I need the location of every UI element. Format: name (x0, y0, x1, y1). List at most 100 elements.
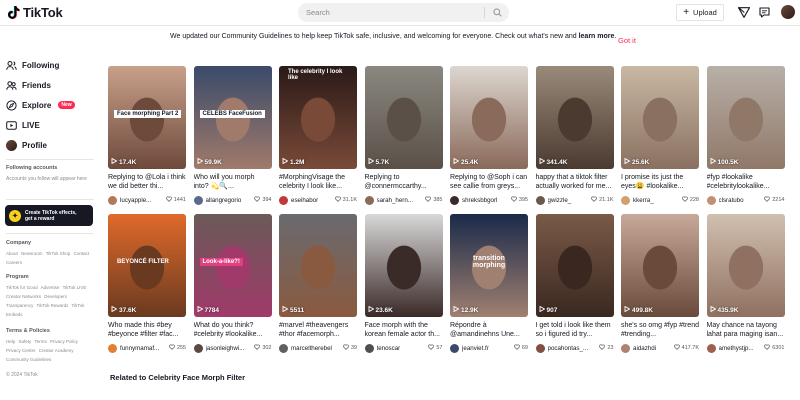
creator-username[interactable]: jasonleighwi... (206, 345, 255, 352)
upload-button[interactable]: + Upload (676, 4, 724, 21)
creator-username[interactable]: shreksbbgorl (462, 197, 511, 204)
creator-username[interactable]: tenoscar (377, 345, 429, 352)
creator-avatar[interactable] (193, 195, 203, 205)
video-thumbnail[interactable]: CELEBS FaceFusion 59.9K (193, 66, 272, 169)
video-card[interactable]: Face morphing Part 2 17.4K Replying to @Lo… (108, 66, 186, 214)
video-card[interactable]: CELEBS FaceFusion 59.9K Who will you morph… (193, 66, 272, 214)
got-it-button[interactable]: Got it (618, 36, 636, 45)
creator-avatar[interactable] (108, 343, 117, 353)
creator-avatar[interactable] (364, 343, 374, 353)
footer-link[interactable]: TikTok for Good (6, 285, 38, 290)
footer-link[interactable]: Safety (19, 339, 32, 344)
video-thumbnail[interactable]: 23.6K (364, 214, 443, 317)
footer-link[interactable]: Community Guidelines (6, 357, 51, 362)
creator-avatar[interactable] (108, 195, 117, 205)
video-thumbnail[interactable]: The celebrity I look like 1.2M (279, 66, 357, 169)
footer-link[interactable]: Transparency (6, 303, 33, 308)
creator-username[interactable]: eseihabor (291, 197, 335, 204)
creator-avatar[interactable] (535, 195, 545, 205)
user-avatar[interactable] (781, 5, 795, 19)
footer-link[interactable]: About (6, 251, 18, 256)
search-button[interactable] (485, 3, 509, 22)
video-caption[interactable]: I promise its just the eyes😩 #lookalike.… (621, 173, 699, 191)
video-caption[interactable]: May chance na tayong lahat para maging i… (707, 321, 785, 339)
creator-avatar[interactable] (193, 343, 203, 353)
send-icon[interactable] (737, 6, 750, 19)
video-caption[interactable]: Replying to @Soph i can see callie from … (450, 173, 528, 191)
video-thumbnail[interactable]: 907 (535, 214, 614, 317)
creator-username[interactable]: gwizzle_ (548, 197, 592, 204)
video-thumbnail[interactable]: 100.5K (706, 66, 785, 169)
sidebar-item-friends[interactable]: Friends (6, 78, 51, 92)
creator-avatar[interactable] (364, 195, 374, 205)
sidebar-item-explore[interactable]: Explore New (6, 98, 75, 112)
creator-avatar[interactable] (279, 343, 288, 353)
video-caption[interactable]: #MorphingVisage the celebrity I look lik… (279, 173, 357, 191)
video-card[interactable]: 5511 #marvel #theavengers #thor #facemorp… (279, 214, 357, 362)
video-caption[interactable]: happy that a tiktok filter actually work… (536, 173, 614, 191)
footer-link[interactable]: Contact (74, 251, 90, 256)
creator-avatar[interactable] (621, 195, 630, 205)
video-card[interactable]: transition morphing 12.9K Répondre à @aman… (450, 214, 528, 362)
footer-link[interactable]: Creator Academy (39, 348, 74, 353)
creator-username[interactable]: marceltherebel (291, 345, 343, 352)
sidebar-item-live[interactable]: LIVE (6, 118, 40, 132)
video-caption[interactable]: I get told i look like them so i figured… (536, 321, 614, 339)
footer-link[interactable]: Help (6, 339, 15, 344)
creator-username[interactable]: funnymamaf... (120, 345, 169, 352)
creator-avatar[interactable] (279, 195, 288, 205)
video-thumbnail[interactable]: 499.8K (621, 214, 699, 317)
video-thumbnail[interactable]: 341.4K (535, 66, 614, 169)
video-card[interactable]: Look-a-like?! 7784 What do you think? #cel… (193, 214, 272, 362)
footer-link[interactable]: Careers (6, 260, 22, 265)
footer-link[interactable]: TikTok Rewards (37, 303, 69, 308)
video-thumbnail[interactable]: Face morphing Part 2 17.4K (108, 66, 186, 169)
video-thumbnail[interactable]: 25.6K (621, 66, 699, 169)
video-card[interactable]: 100.5K #fyp #lookalike #celebritylookalik… (706, 66, 785, 214)
video-caption[interactable]: What do you think? #celebrity #lookalike… (194, 321, 272, 339)
video-card[interactable]: 23.6K Face morph with the korean female a… (364, 214, 443, 362)
video-thumbnail[interactable]: 435.9K (706, 214, 785, 317)
footer-link[interactable]: Newsroom (21, 251, 43, 256)
creator-avatar[interactable] (535, 343, 545, 353)
inbox-icon[interactable] (758, 6, 771, 19)
video-card[interactable]: 435.9K May chance na tayong lahat para ma… (706, 214, 785, 362)
search-input[interactable]: Search (298, 8, 484, 17)
footer-link[interactable]: Developers (44, 294, 67, 299)
video-card[interactable]: 341.4K happy that a tiktok filter actuall… (535, 66, 614, 214)
creator-username[interactable]: pocahontas_... (548, 345, 600, 352)
creator-username[interactable]: lucyapple... (120, 197, 166, 204)
sidebar-item-profile[interactable]: Profile (6, 138, 47, 152)
video-caption[interactable]: Who made this #bey #beyonce #filter #fac… (108, 321, 186, 339)
creator-avatar[interactable] (450, 195, 459, 205)
video-card[interactable]: 25.4K Replying to @Soph i can see callie … (450, 66, 528, 214)
learn-more-link[interactable]: learn more (579, 33, 615, 40)
creator-avatar[interactable] (450, 343, 459, 353)
creator-username[interactable]: sarah_hern... (377, 197, 426, 204)
create-effects-banner[interactable]: ✦ Create TikTok effects, get a reward (5, 205, 93, 226)
video-card[interactable]: 5.7K Replying to @connermccarthy... sarah_… (364, 66, 443, 214)
video-thumbnail[interactable]: 5511 (279, 214, 357, 317)
creator-username[interactable]: jeanviet.fr (462, 345, 514, 352)
creator-username[interactable]: kkerra_ (633, 197, 682, 204)
video-caption[interactable]: Face morph with the korean female actor … (365, 321, 443, 339)
video-caption[interactable]: Who will you morph into? 💫🔍... (194, 173, 272, 191)
footer-link[interactable]: Privacy Center (6, 348, 36, 353)
search-bar[interactable]: Search (298, 3, 509, 22)
creator-username[interactable]: amethystjp... (719, 345, 765, 352)
video-thumbnail[interactable]: Look-a-like?! 7784 (193, 214, 272, 317)
footer-link[interactable]: Advertise (41, 285, 60, 290)
video-caption[interactable]: she's so omg #fyp #trend #trending... (621, 321, 699, 339)
footer-link[interactable]: TikTok Shop (46, 251, 71, 256)
video-caption[interactable]: #fyp #lookalike #celebritylookalike... (707, 173, 785, 191)
video-card[interactable]: 499.8K she's so omg #fyp #trend #trending… (621, 214, 699, 362)
video-caption[interactable]: Replying to @connermccarthy... (365, 173, 443, 191)
video-caption[interactable]: #marvel #theavengers #thor #facemorph... (279, 321, 357, 339)
video-thumbnail[interactable]: 25.4K (450, 66, 528, 169)
video-card[interactable]: The celebrity I look like 1.2M #MorphingVi… (279, 66, 357, 214)
footer-link[interactable]: Terms (34, 339, 46, 344)
video-card[interactable]: 907 I get told i look like them so i figu… (535, 214, 614, 362)
video-thumbnail[interactable]: 5.7K (364, 66, 443, 169)
creator-avatar[interactable] (621, 343, 630, 353)
sidebar-item-following[interactable]: Following (6, 58, 59, 72)
